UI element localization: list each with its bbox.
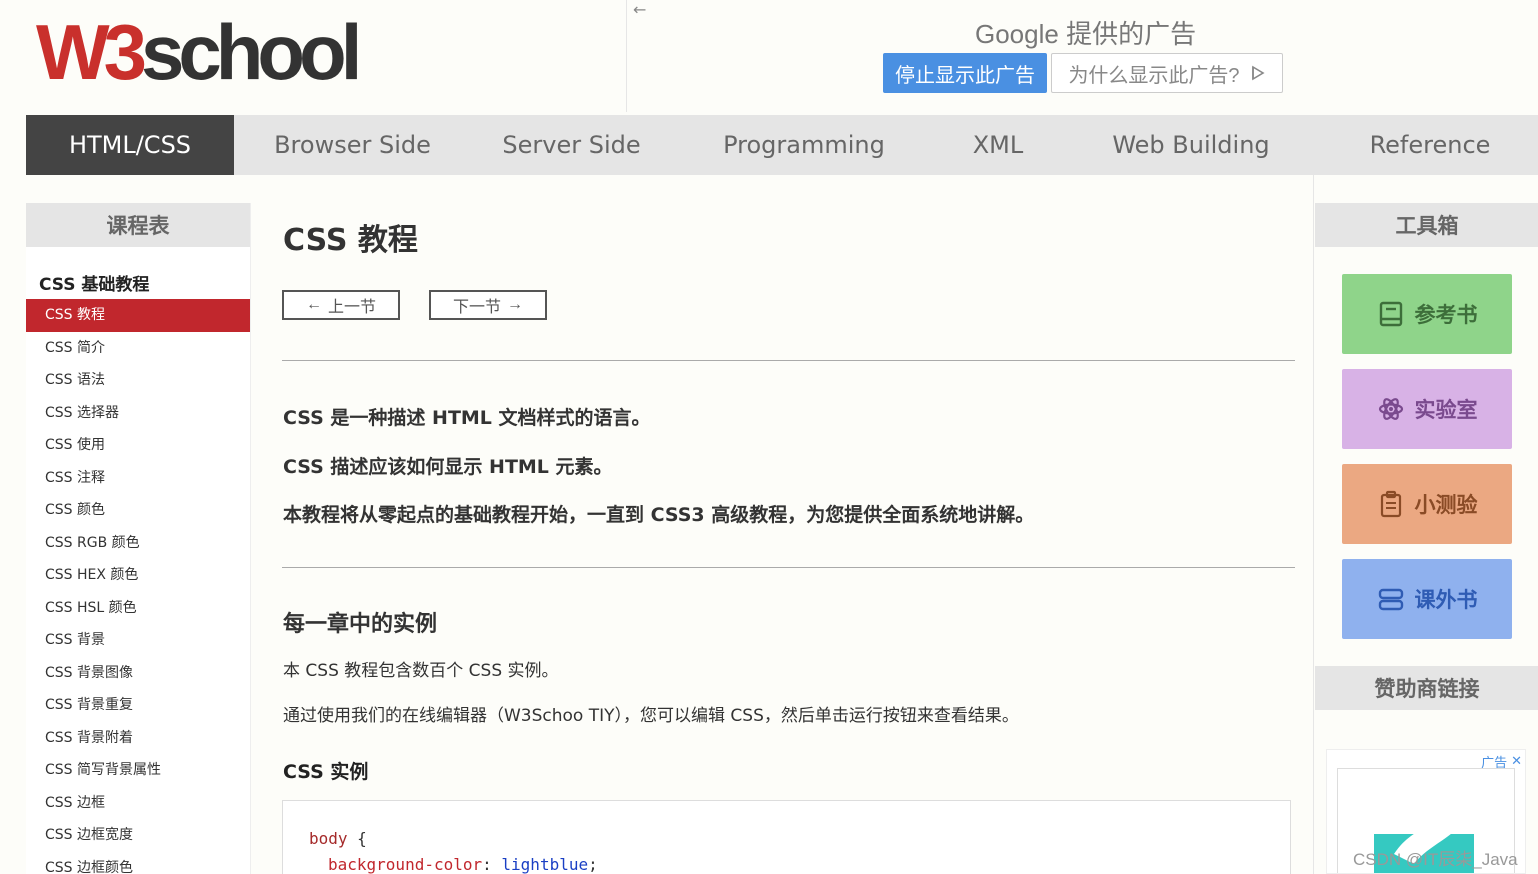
nav-item-reference[interactable]: Reference xyxy=(1322,115,1538,175)
sidebar-item-css-hsl[interactable]: CSS HSL 颜色 xyxy=(26,592,250,625)
course-group-title: CSS 基础教程 xyxy=(39,275,150,295)
sidebar-item-css-bg-image[interactable]: CSS 背景图像 xyxy=(26,657,250,690)
top-ad-area: ← Google 提供的广告 停止显示此广告 为什么显示此广告? xyxy=(626,0,1538,112)
stop-ad-button[interactable]: 停止显示此广告 xyxy=(883,53,1047,93)
sidebar-item-css-rgb[interactable]: CSS RGB 颜色 xyxy=(26,527,250,560)
logo-w3: W3 xyxy=(36,8,147,96)
code-colon: : xyxy=(482,855,492,874)
prev-section-label: 上一节 xyxy=(327,299,376,316)
nav-item-xml[interactable]: XML xyxy=(936,115,1060,175)
sidebar-item-css-bg-repeat[interactable]: CSS 背景重复 xyxy=(26,689,250,722)
divider xyxy=(282,567,1295,568)
next-section-button[interactable]: 下一节 → xyxy=(429,290,547,320)
nav-item-html-css[interactable]: HTML/CSS xyxy=(26,115,234,175)
divider xyxy=(282,360,1295,361)
toolbox-sidebar: 工具箱 参考书 实验室 小测验 课外书 赞助商链接 广告 ✕ xyxy=(1313,175,1538,874)
tool-reference-button[interactable]: 参考书 xyxy=(1342,274,1512,354)
code-example: body { background-color: lightblue; xyxy=(282,800,1291,874)
atom-icon xyxy=(1378,398,1403,420)
sidebar-item-css-selectors[interactable]: CSS 选择器 xyxy=(26,397,250,430)
course-sidebar-title: 课程表 xyxy=(26,203,250,247)
page-title: CSS 教程 xyxy=(283,223,418,258)
logo-school: school xyxy=(141,8,362,96)
course-sidebar: 课程表 CSS 基础教程 CSS 教程 CSS 简介 CSS 语法 CSS 选择… xyxy=(26,203,251,874)
sidebar-item-css-border[interactable]: CSS 边框 xyxy=(26,787,250,820)
intro-line-2: CSS 描述应该如何显示 HTML 元素。 xyxy=(283,456,613,478)
w3school-logo[interactable]: W3school xyxy=(36,10,376,95)
tool-extra-book-label: 课外书 xyxy=(1414,588,1478,612)
sidebar-item-css-howto[interactable]: CSS 使用 xyxy=(26,429,250,462)
code-semicolon: ; xyxy=(588,855,598,874)
sidebar-item-css-bg-attachment[interactable]: CSS 背景附着 xyxy=(26,722,250,755)
sidebar-item-css-tutorial[interactable]: CSS 教程 xyxy=(26,299,250,332)
main-nav: HTML/CSS Browser Side Server Side Progra… xyxy=(26,115,1538,175)
code-property: background-color xyxy=(328,855,483,874)
book-icon xyxy=(1379,301,1402,327)
section-title: 每一章中的实例 xyxy=(283,612,438,637)
section-paragraph-2: 通过使用我们的在线编辑器（W3Schoo TIY），您可以编辑 CSS，然后单击… xyxy=(283,706,1019,726)
intro-line-3: 本教程将从零起点的基础教程开始，一直到 CSS3 高级教程，为您提供全面系统地讲… xyxy=(283,504,1035,526)
code-line-1: body { xyxy=(309,829,367,848)
intro-line-1: CSS 是一种描述 HTML 文档样式的语言。 xyxy=(283,407,651,429)
section-paragraph-1: 本 CSS 教程包含数百个 CSS 实例。 xyxy=(283,661,559,681)
close-icon[interactable]: ✕ xyxy=(1511,754,1522,769)
tool-extra-book-button[interactable]: 课外书 xyxy=(1342,559,1512,639)
header: W3school ← Google 提供的广告 停止显示此广告 为什么显示此广告… xyxy=(26,0,1538,115)
sidebar-item-css-border-color[interactable]: CSS 边框颜色 xyxy=(26,852,250,874)
play-triangle-icon xyxy=(1251,65,1265,81)
tool-lab-label: 实验室 xyxy=(1414,398,1478,422)
clipboard-icon xyxy=(1380,490,1401,518)
next-section-label: 下一节 xyxy=(452,299,501,316)
code-line-2: background-color: lightblue; xyxy=(328,855,598,874)
prev-section-button[interactable]: ← 上一节 xyxy=(282,290,400,320)
sidebar-item-css-hex[interactable]: CSS HEX 颜色 xyxy=(26,559,250,592)
server-stack-icon xyxy=(1378,588,1403,611)
nav-item-browser-side[interactable]: Browser Side xyxy=(234,115,471,175)
nav-item-server-side[interactable]: Server Side xyxy=(471,115,672,175)
code-value: lightblue xyxy=(501,855,589,874)
sidebar-item-css-comments[interactable]: CSS 注释 xyxy=(26,462,250,495)
sidebar-item-css-colors[interactable]: CSS 颜色 xyxy=(26,494,250,527)
csdn-watermark: CSDN @IT辰柒_Java xyxy=(1353,850,1518,869)
code-selector: body xyxy=(309,829,348,848)
arrow-left-icon: ← xyxy=(305,296,322,313)
example-title: CSS 实例 xyxy=(283,761,369,783)
google-ad-label: Google 提供的广告 xyxy=(975,19,1197,49)
sidebar-item-css-background[interactable]: CSS 背景 xyxy=(26,624,250,657)
arrow-right-icon: → xyxy=(507,296,523,313)
sponsor-links-title: 赞助商链接 xyxy=(1315,666,1538,710)
main-content: CSS 教程 ← 上一节 下一节 → CSS 是一种描述 HTML 文档样式的语… xyxy=(251,175,1313,874)
sidebar-item-css-intro[interactable]: CSS 简介 xyxy=(26,332,250,365)
nav-item-programming[interactable]: Programming xyxy=(672,115,936,175)
sidebar-item-css-bg-shorthand[interactable]: CSS 简写背景属性 xyxy=(26,754,250,787)
why-ad-button[interactable]: 为什么显示此广告? xyxy=(1051,53,1283,93)
code-open-brace: { xyxy=(357,829,367,848)
toolbox-title: 工具箱 xyxy=(1315,203,1538,247)
ad-back-arrow-icon[interactable]: ← xyxy=(633,0,646,19)
tool-quiz-button[interactable]: 小测验 xyxy=(1342,464,1512,544)
tool-lab-button[interactable]: 实验室 xyxy=(1342,369,1512,449)
tool-quiz-label: 小测验 xyxy=(1414,493,1478,517)
nav-item-web-building[interactable]: Web Building xyxy=(1060,115,1322,175)
why-ad-label: 为什么显示此广告? xyxy=(1068,64,1240,87)
sidebar-item-css-border-width[interactable]: CSS 边框宽度 xyxy=(26,819,250,852)
sidebar-item-css-syntax[interactable]: CSS 语法 xyxy=(26,364,250,397)
tool-reference-label: 参考书 xyxy=(1414,303,1478,327)
